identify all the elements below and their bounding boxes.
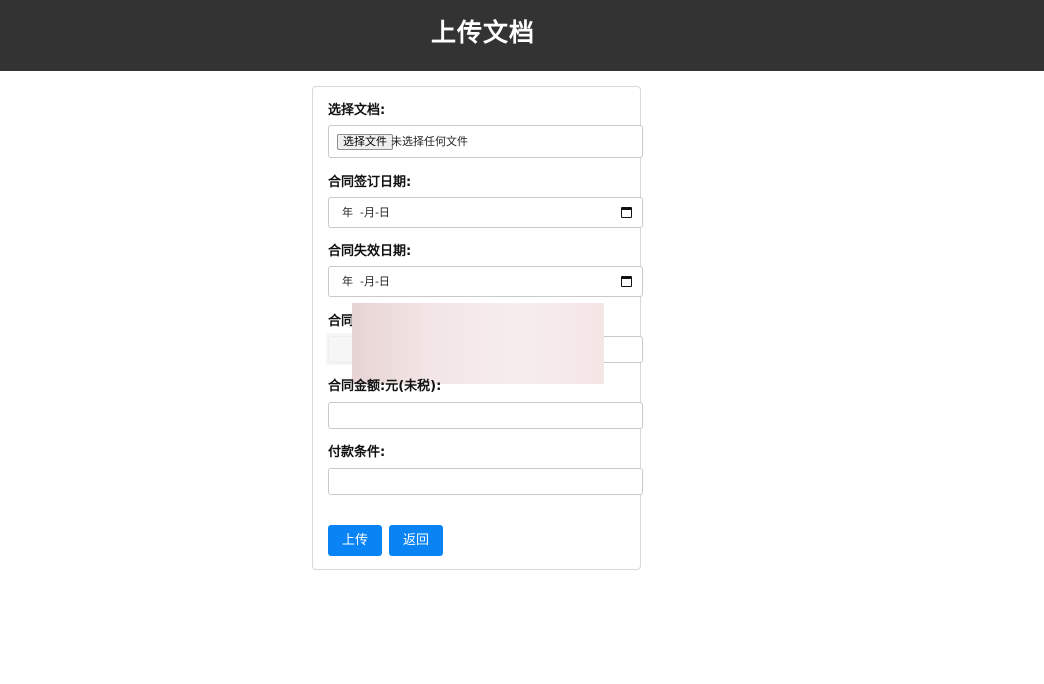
redaction-block	[352, 303, 604, 384]
choose-file-button[interactable]: 选择文件	[337, 134, 393, 150]
sign-date-placeholder: 年 -月-日	[342, 206, 390, 219]
sign-date-input[interactable]: 年 -月-日	[328, 197, 643, 228]
expiry-date-label: 合同失效日期:	[328, 244, 412, 259]
redaction-edge	[326, 333, 352, 365]
expiry-date-placeholder: 年 -月-日	[342, 275, 390, 288]
redacted-field-label: 合同	[328, 314, 355, 329]
file-label: 选择文档:	[328, 103, 386, 118]
file-input[interactable]: 选择文件 未选择任何文件	[328, 125, 643, 158]
amount-label: 合同金额:元(未税):	[328, 379, 442, 394]
page-title: 上传文档	[431, 18, 536, 47]
calendar-icon[interactable]	[621, 207, 632, 218]
payment-terms-input[interactable]	[328, 468, 643, 495]
file-status-text: 未选择任何文件	[391, 135, 468, 148]
expiry-date-input[interactable]: 年 -月-日	[328, 266, 643, 297]
payment-terms-label: 付款条件:	[328, 445, 386, 460]
sign-date-label: 合同签订日期:	[328, 175, 412, 190]
upload-button[interactable]: 上传	[328, 525, 382, 556]
amount-input[interactable]	[328, 402, 643, 429]
calendar-icon[interactable]	[621, 276, 632, 287]
app-header: 上传文档	[0, 0, 1044, 71]
back-button[interactable]: 返回	[389, 525, 443, 556]
